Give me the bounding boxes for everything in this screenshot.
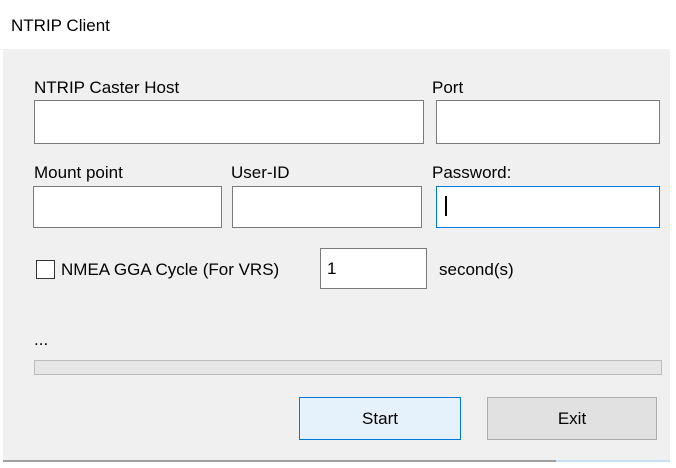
mount-point-label: Mount point bbox=[34, 163, 123, 182]
window-title: NTRIP Client bbox=[11, 16, 110, 35]
status-text: ... bbox=[34, 330, 49, 349]
window-right-edge bbox=[670, 0, 676, 468]
gga-cycle-checkbox[interactable] bbox=[36, 260, 55, 279]
window-bottom-accent bbox=[556, 460, 670, 462]
caster-host-label: NTRIP Caster Host bbox=[34, 78, 180, 97]
dialog-client-area: NTRIP Caster Host Port Mount point User-… bbox=[3, 50, 670, 460]
port-label: Port bbox=[432, 78, 464, 97]
password-input[interactable] bbox=[436, 186, 660, 228]
gga-cycle-label[interactable]: NMEA GGA Cycle (For VRS) bbox=[61, 260, 279, 280]
password-label: Password: bbox=[432, 163, 512, 182]
mount-point-input[interactable] bbox=[33, 186, 222, 228]
text-caret bbox=[445, 196, 447, 216]
seconds-label: second(s) bbox=[439, 260, 514, 279]
user-id-input[interactable] bbox=[232, 186, 422, 228]
user-id-label: User-ID bbox=[231, 163, 290, 182]
start-button[interactable]: Start bbox=[299, 397, 461, 440]
port-input[interactable] bbox=[436, 100, 660, 144]
exit-button[interactable]: Exit bbox=[487, 397, 657, 440]
window-bottom-border bbox=[3, 460, 556, 462]
title-bar: NTRIP Client bbox=[0, 0, 670, 50]
progress-bar bbox=[34, 360, 662, 375]
password-field-wrapper bbox=[436, 186, 660, 228]
caster-host-input[interactable] bbox=[34, 100, 424, 144]
gga-cycle-input[interactable] bbox=[320, 248, 427, 289]
